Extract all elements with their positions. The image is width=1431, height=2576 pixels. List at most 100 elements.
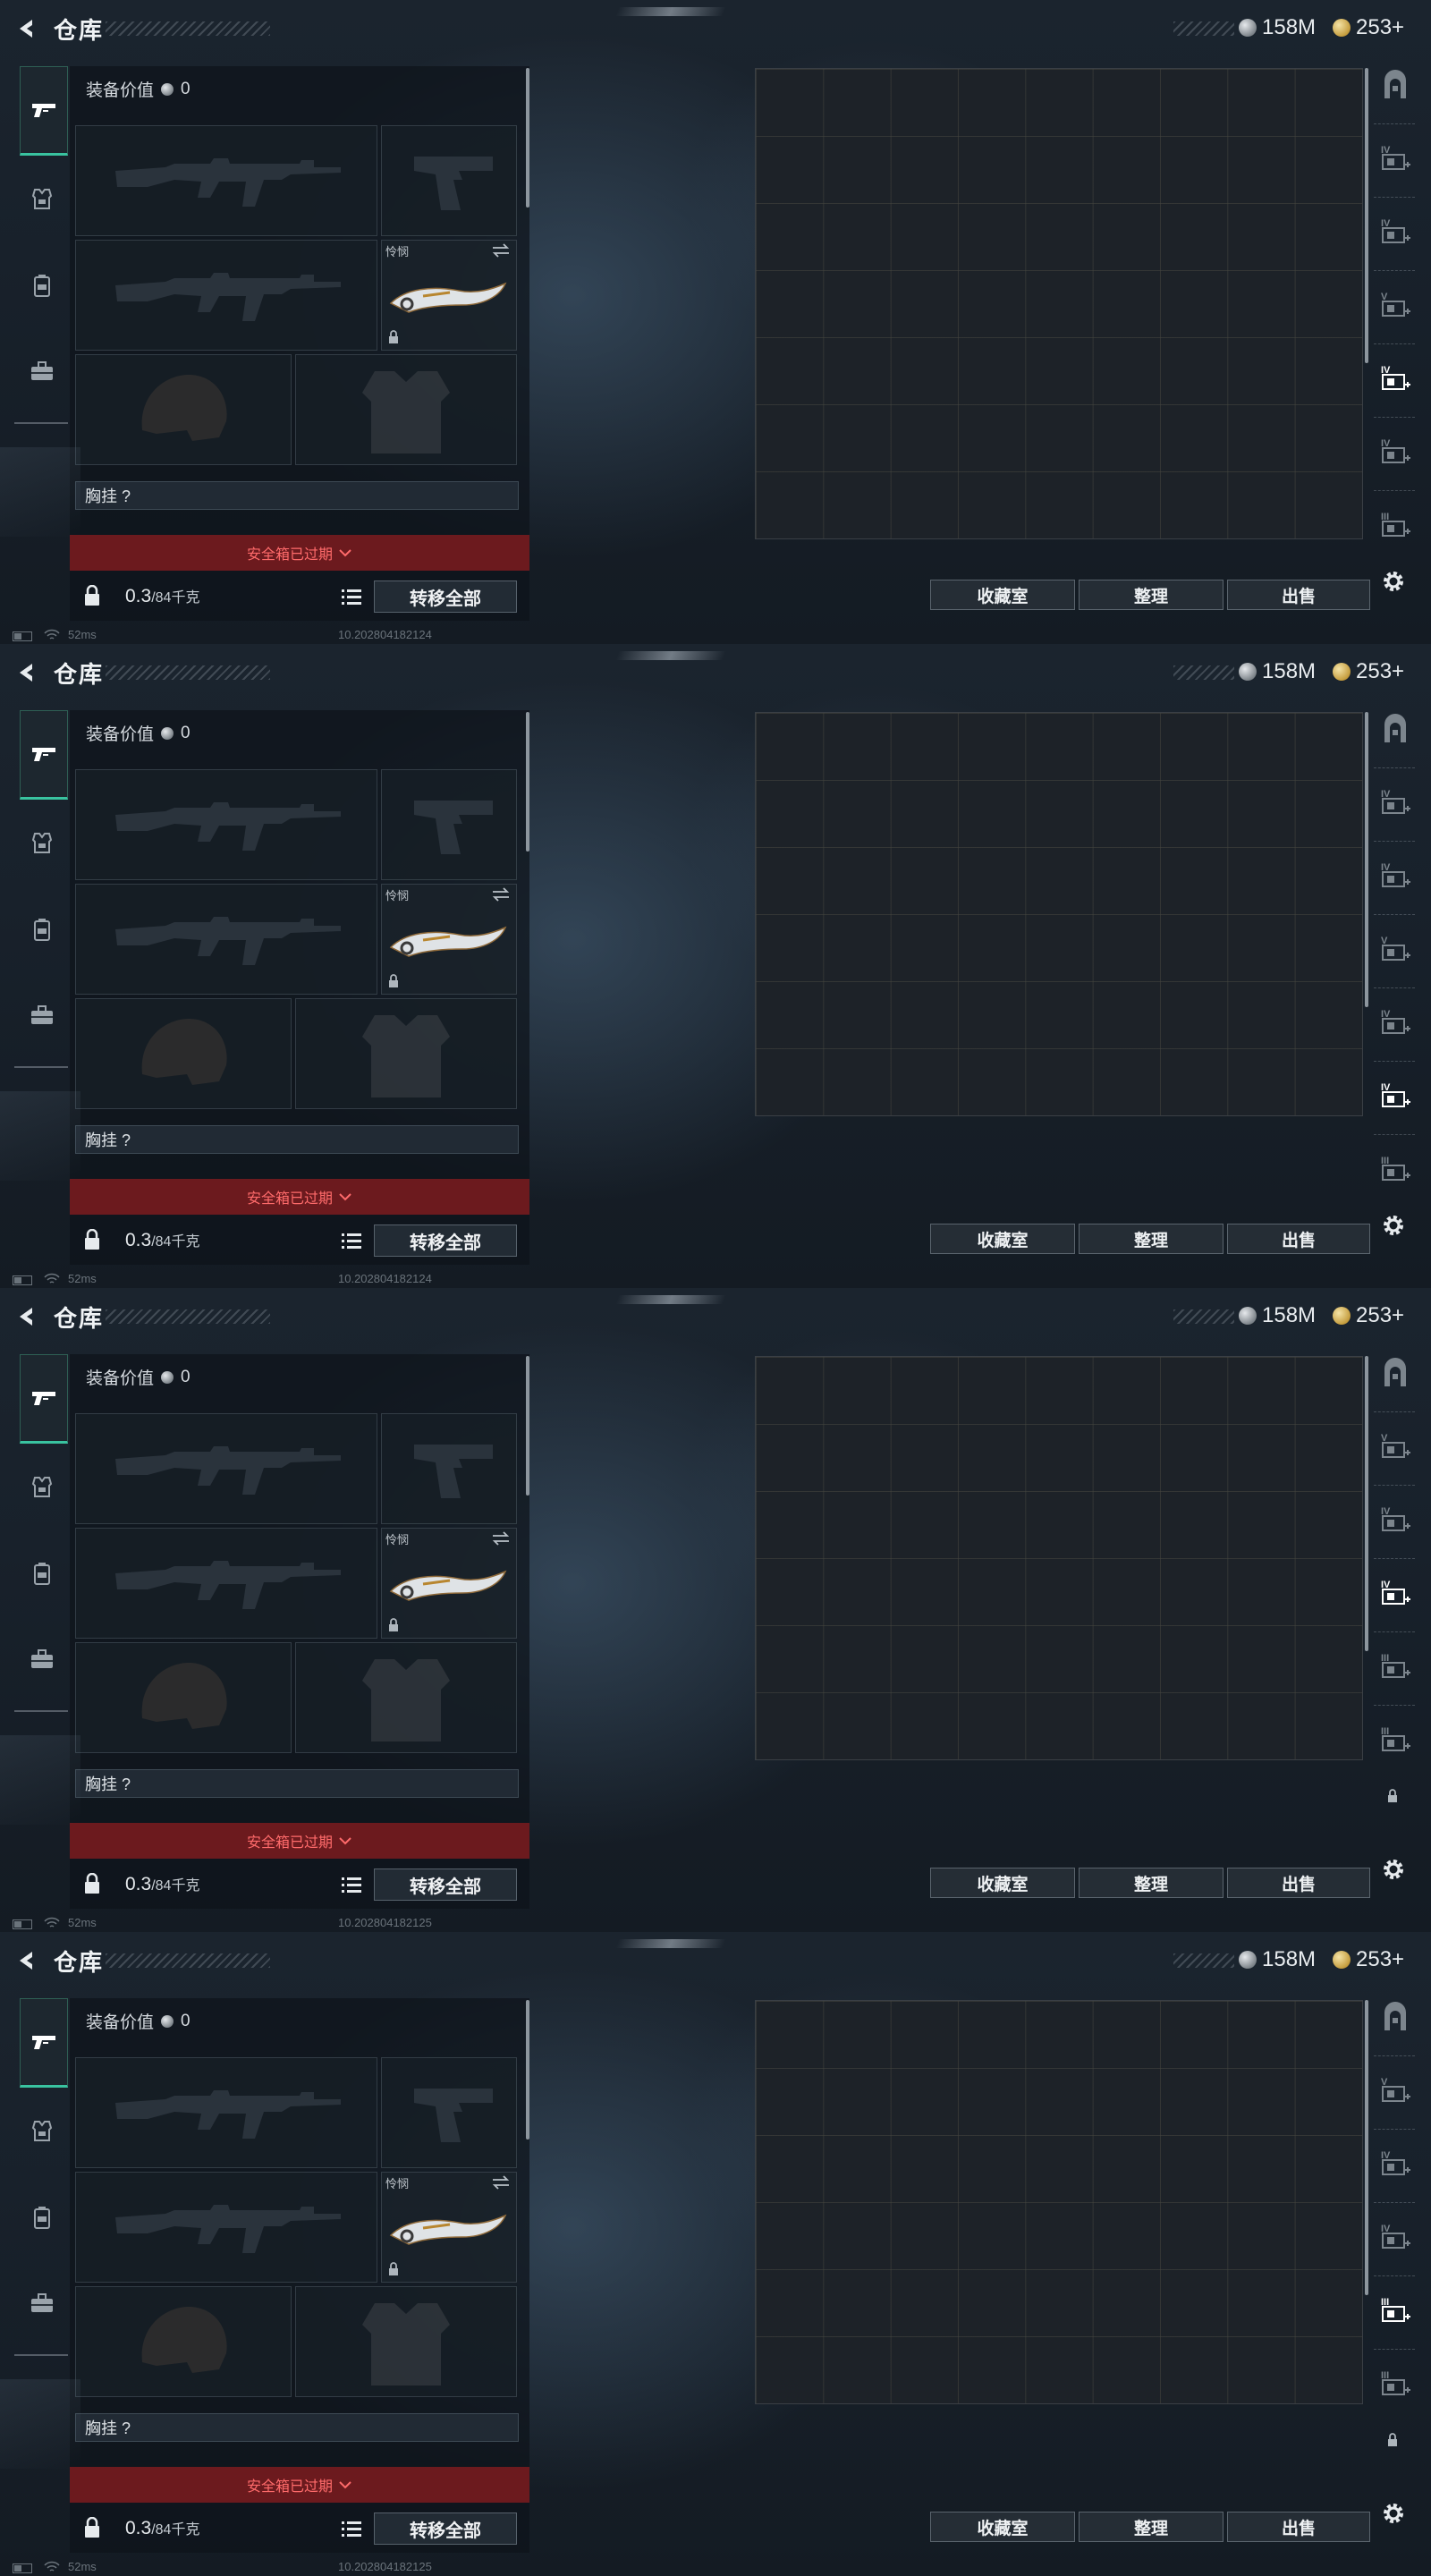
gear-icon[interactable] [1379, 2499, 1408, 2528]
tab-weapons[interactable] [20, 710, 68, 800]
organize-button[interactable]: 整理 [1079, 1868, 1224, 1898]
secondary-weapon-slot[interactable] [75, 240, 377, 351]
chest-rig-slot[interactable]: 胸挂 ? [75, 2413, 519, 2442]
chest-rig-slot[interactable]: 胸挂 ? [75, 481, 519, 510]
warehouse-grid[interactable] [755, 1356, 1363, 1760]
body-armor-slot[interactable] [295, 1642, 517, 1753]
upgrade-tier-iv-icon[interactable]: IV [1377, 215, 1413, 250]
transfer-all-button[interactable]: 转移全部 [374, 580, 517, 613]
collection-room-button[interactable]: 收藏室 [930, 2512, 1075, 2542]
upgrade-tier-iii-icon[interactable]: III [1377, 1649, 1413, 1685]
melee-slot[interactable]: 怜悯 [381, 884, 517, 995]
loadout-scrollbar[interactable] [526, 2000, 529, 2140]
home-arch-icon[interactable] [1377, 712, 1413, 748]
warehouse-grid[interactable] [755, 2000, 1363, 2404]
gold-currency[interactable]: 253+ [1333, 1303, 1404, 1328]
tab-armor[interactable] [20, 2109, 64, 2154]
secondary-weapon-slot[interactable] [75, 884, 377, 995]
safebox-expired-bar[interactable]: 安全箱已过期 [70, 1179, 529, 1215]
organize-button[interactable]: 整理 [1079, 1224, 1224, 1254]
organize-button[interactable]: 整理 [1079, 580, 1224, 610]
warehouse-scrollbar[interactable] [1365, 68, 1368, 363]
tab-armor[interactable] [20, 1465, 64, 1510]
upgrade-tier-iv-icon[interactable]: IV [1377, 2220, 1413, 2256]
pistol-slot[interactable] [381, 125, 517, 236]
helmet-slot[interactable] [75, 2286, 292, 2397]
secondary-weapon-slot[interactable] [75, 2172, 377, 2283]
tab-case[interactable] [20, 2281, 64, 2326]
upgrade-tier-v-icon[interactable]: V [1377, 288, 1413, 324]
swap-icon[interactable] [491, 2174, 511, 2190]
safebox-expired-bar[interactable]: 安全箱已过期 [70, 535, 529, 571]
warehouse-grid[interactable] [755, 68, 1363, 539]
upgrade-tier-v-icon[interactable]: V [1377, 932, 1413, 968]
pistol-slot[interactable] [381, 1413, 517, 1524]
list-icon[interactable] [340, 1231, 363, 1250]
list-icon[interactable] [340, 2519, 363, 2538]
silver-currency[interactable]: 158M [1239, 659, 1316, 684]
warehouse-scrollbar[interactable] [1365, 712, 1368, 1007]
swap-icon[interactable] [491, 242, 511, 258]
gold-currency[interactable]: 253+ [1333, 15, 1404, 40]
safebox-expired-bar[interactable]: 安全箱已过期 [70, 1823, 529, 1859]
upgrade-tier-v-icon[interactable]: V [1377, 1429, 1413, 1465]
tab-weapons[interactable] [20, 1998, 68, 2088]
primary-weapon-slot[interactable] [75, 2057, 377, 2168]
transfer-all-button[interactable]: 转移全部 [374, 2512, 517, 2545]
upgrade-tier-iv-icon[interactable]: IV [1377, 785, 1413, 821]
upgrade-tier-iii-icon[interactable]: III [1377, 2367, 1413, 2402]
chest-rig-slot[interactable]: 胸挂 ? [75, 1125, 519, 1154]
upgrade-tier-iv-icon[interactable]: IV [1377, 1503, 1413, 1538]
upgrade-tier-iv-active-icon[interactable]: IV [1377, 361, 1413, 397]
gear-icon[interactable] [1379, 1855, 1408, 1884]
sell-button[interactable]: 出售 [1227, 580, 1370, 610]
back-arrow-icon[interactable] [13, 14, 41, 43]
swap-icon[interactable] [491, 886, 511, 902]
tab-backpack[interactable] [20, 907, 64, 952]
back-arrow-icon[interactable] [13, 1946, 41, 1975]
melee-slot[interactable]: 怜悯 [381, 240, 517, 351]
tab-armor[interactable] [20, 177, 64, 222]
melee-slot[interactable]: 怜悯 [381, 2172, 517, 2283]
warehouse-scrollbar[interactable] [1365, 1356, 1368, 1651]
upgrade-tier-iv-icon[interactable]: IV [1377, 859, 1413, 894]
collection-room-button[interactable]: 收藏室 [930, 1224, 1075, 1254]
silver-currency[interactable]: 158M [1239, 1947, 1316, 1972]
upgrade-tier-iii-icon[interactable]: III [1377, 1152, 1413, 1188]
tab-backpack[interactable] [20, 1551, 64, 1596]
warehouse-grid[interactable] [755, 712, 1363, 1116]
tab-armor[interactable] [20, 821, 64, 866]
organize-button[interactable]: 整理 [1079, 2512, 1224, 2542]
loadout-scrollbar[interactable] [526, 68, 529, 208]
back-arrow-icon[interactable] [13, 1302, 41, 1331]
primary-weapon-slot[interactable] [75, 769, 377, 880]
home-arch-icon[interactable] [1377, 68, 1413, 104]
melee-slot[interactable]: 怜悯 [381, 1528, 517, 1639]
gear-icon[interactable] [1379, 567, 1408, 596]
sell-button[interactable]: 出售 [1227, 1224, 1370, 1254]
helmet-slot[interactable] [75, 354, 292, 465]
transfer-all-button[interactable]: 转移全部 [374, 1224, 517, 1257]
upgrade-tier-iv-active-icon[interactable]: IV [1377, 1576, 1413, 1612]
tab-weapons[interactable] [20, 1354, 68, 1444]
silver-currency[interactable]: 158M [1239, 15, 1316, 40]
tab-case[interactable] [20, 349, 64, 394]
tab-case[interactable] [20, 1637, 64, 1682]
upgrade-tier-iii-icon[interactable]: III [1377, 508, 1413, 544]
home-arch-icon[interactable] [1377, 1356, 1413, 1392]
sell-button[interactable]: 出售 [1227, 1868, 1370, 1898]
home-arch-icon[interactable] [1377, 2000, 1413, 2036]
gear-icon[interactable] [1379, 1211, 1408, 1240]
tab-case[interactable] [20, 993, 64, 1038]
helmet-slot[interactable] [75, 1642, 292, 1753]
warehouse-scrollbar[interactable] [1365, 2000, 1368, 2295]
swap-icon[interactable] [491, 1530, 511, 1546]
gold-currency[interactable]: 253+ [1333, 659, 1404, 684]
back-arrow-icon[interactable] [13, 658, 41, 687]
collection-room-button[interactable]: 收藏室 [930, 1868, 1075, 1898]
pistol-slot[interactable] [381, 769, 517, 880]
upgrade-tier-iv-icon[interactable]: IV [1377, 435, 1413, 470]
chest-rig-slot[interactable]: 胸挂 ? [75, 1769, 519, 1798]
upgrade-tier-iv-icon[interactable]: IV [1377, 141, 1413, 177]
body-armor-slot[interactable] [295, 998, 517, 1109]
